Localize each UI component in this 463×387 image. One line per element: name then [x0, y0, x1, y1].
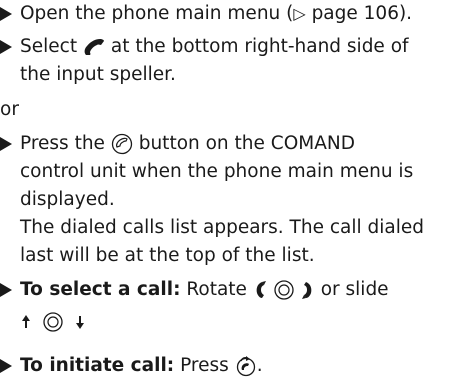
slide-controller-icon: [20, 311, 86, 333]
rotate-controller-icon: [253, 279, 315, 301]
step-heading: To initiate call:: [20, 355, 175, 376]
step-text: button on the COMAND: [138, 133, 355, 154]
phone-handset-icon: [83, 37, 105, 57]
step-text: displayed.: [20, 189, 115, 210]
step-heading: To select a call:: [20, 279, 181, 300]
step-text: Open the phone main menu (: [20, 3, 294, 24]
step-text: .: [256, 355, 263, 376]
step-text: at the bottom right-hand side of: [110, 36, 409, 57]
step-text: The dialed calls list appears. The call …: [20, 217, 425, 238]
phone-button-icon: [111, 133, 133, 155]
step-text: Press: [180, 355, 229, 376]
bullet-arrow-icon: [0, 283, 12, 297]
step-text: or slide: [320, 279, 389, 300]
step-text: the input speller.: [20, 64, 176, 85]
step-text: control unit when the phone main menu is: [20, 161, 414, 182]
manual-page: Open the phone main menu (▷ page 106). S…: [0, 0, 463, 387]
page-ref-arrow-icon: ▷: [293, 4, 306, 23]
step-text: last will be at the top of the list.: [20, 245, 315, 266]
or-label: or: [0, 99, 19, 120]
step-text: Press the: [20, 133, 105, 154]
step-text: Rotate: [186, 279, 247, 300]
bullet-arrow-icon: [0, 40, 12, 54]
step-text: page 106).: [305, 3, 413, 24]
bullet-arrow-icon: [0, 7, 12, 21]
bullet-arrow-icon: [0, 359, 12, 373]
step-text: Select: [20, 36, 78, 57]
press-controller-icon: [235, 355, 257, 377]
bullet-arrow-icon: [0, 137, 12, 151]
